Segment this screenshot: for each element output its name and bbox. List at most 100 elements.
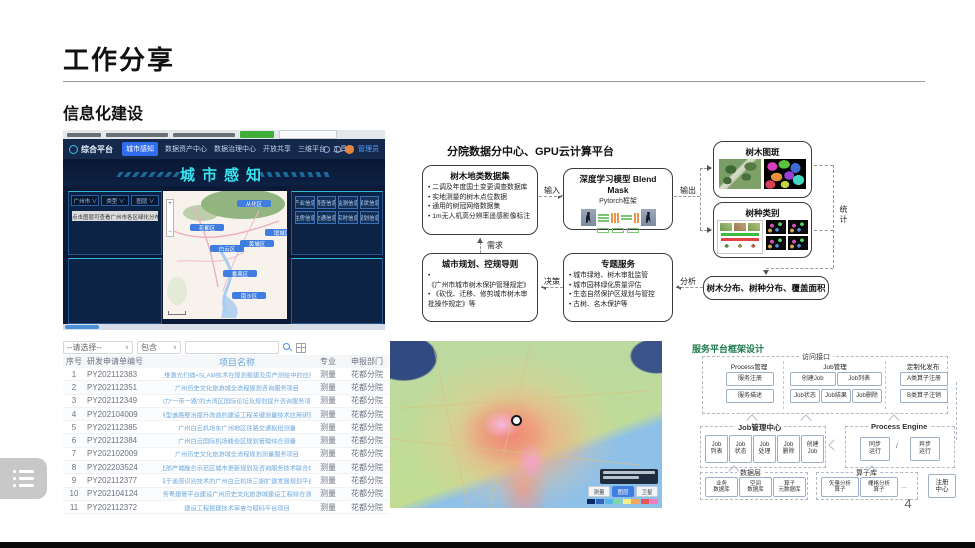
- quick-button-label: 实时信息: [338, 213, 358, 221]
- heatmap-tool-button[interactable]: 测量: [588, 486, 610, 497]
- planning-box: 城市规划、控规导则 《广州市城市树木保护管理规定》《砍伐、迁移、修剪城市树木审批…: [422, 253, 538, 322]
- district-label: 番禺区: [223, 270, 257, 277]
- operator-box[interactable]: 矢量分析 算子: [821, 477, 859, 497]
- filter-select[interactable]: --请选择--∨: [63, 341, 133, 354]
- table-cell: 6: [63, 436, 85, 445]
- access-api-box[interactable]: 服务描述: [726, 389, 774, 403]
- dataset-box-title: 树木地类数据集: [428, 170, 532, 182]
- legend-swatch: [614, 499, 622, 504]
- heatmap-tool-button[interactable]: 图层: [612, 486, 634, 497]
- data-layer-box[interactable]: 算子 元数据库: [773, 477, 806, 497]
- table-cell: 测量: [311, 448, 345, 459]
- quick-button[interactable]: 实时信息: [338, 211, 358, 224]
- bullet-item: 城市绿地、树木审批监管: [569, 271, 667, 281]
- model-framework-label: Pytorch框架: [569, 196, 667, 206]
- dashboard-filter-value: 图层 ∨: [136, 196, 154, 204]
- access-api-box[interactable]: B类算子注销: [900, 389, 948, 403]
- bell-icon[interactable]: [334, 146, 341, 153]
- search-icon[interactable]: [323, 146, 330, 153]
- search-icon[interactable]: [283, 343, 292, 352]
- nav-item[interactable]: 数据治理中心: [214, 144, 256, 154]
- list-icon: [13, 470, 34, 487]
- contains-select[interactable]: 包含∨: [137, 341, 181, 354]
- nav-item[interactable]: 三维平台: [298, 144, 326, 154]
- data-layer-box[interactable]: 业务 数据库: [705, 477, 738, 497]
- operator-box[interactable]: 栅格分析 算子: [860, 477, 898, 497]
- district-label: 增城区: [265, 229, 287, 236]
- heatmap-tool-label: 测量: [594, 487, 605, 495]
- table-cell: 测量: [311, 395, 345, 406]
- job-center-box[interactable]: Job 状态: [729, 435, 752, 463]
- legend-swatch: [623, 499, 631, 504]
- zoom-in-button[interactable]: +: [168, 201, 172, 207]
- browser-bar: [63, 130, 385, 139]
- bullet-item: 通用的树冠网络数据集: [428, 202, 532, 212]
- map-scale: [168, 311, 186, 315]
- bullet-item: 实地测量的树木点位数据: [428, 193, 532, 203]
- quick-button[interactable]: 监测信息: [338, 196, 358, 209]
- job-center-box[interactable]: 创建 Job: [801, 435, 824, 463]
- browser-chip: [67, 133, 101, 137]
- zoom-out-button[interactable]: −: [168, 229, 172, 235]
- nav-item[interactable]: 开放共享: [263, 144, 291, 154]
- engine-box[interactable]: 异步 运行: [910, 437, 940, 461]
- architecture-title: 服务平台框架设计: [692, 342, 764, 355]
- filter-panel: 广州市 ∨类型 ∨图层 ∨ 点击图层可查看广州市各区绿化分布详情: [68, 191, 162, 255]
- quick-button[interactable]: 规划信息: [360, 211, 380, 224]
- quick-button-label: 住房信息: [295, 213, 315, 221]
- process-engine: Process Engine 同步 运行异步 运行 /: [845, 426, 955, 468]
- engine-box[interactable]: 同步 运行: [860, 437, 890, 461]
- quick-button[interactable]: 住房信息: [295, 211, 315, 224]
- access-api-box[interactable]: 服务注册: [726, 372, 774, 386]
- job-center-box[interactable]: Job 处理: [753, 435, 776, 463]
- species-box: 树种类别 ♣♣♣: [713, 202, 812, 258]
- table-cell: 3: [63, 396, 85, 405]
- dashboard-filter-select[interactable]: 类型 ∨: [101, 195, 129, 206]
- access-api-box[interactable]: A类算子注册: [900, 372, 948, 386]
- dashboard-filter-select[interactable]: 广州市 ∨: [71, 195, 99, 206]
- table-header-cell: 序号: [63, 356, 85, 367]
- blendmask-diagram: [569, 209, 667, 226]
- table-header-cell: 申报部门: [345, 356, 389, 367]
- map-marker[interactable]: [511, 415, 522, 426]
- nav-item[interactable]: 数据资产中心: [165, 144, 207, 154]
- nav-item[interactable]: 城市感知: [122, 142, 158, 156]
- data-layer-box[interactable]: 空间 数据库: [739, 477, 772, 497]
- job-center-box[interactable]: Job 删除: [777, 435, 800, 463]
- brand-label: 综合平台: [81, 144, 113, 155]
- road-line: [430, 341, 470, 508]
- project-name-link[interactable]: 建设工程报建技术审查与赋码平台项目: [163, 500, 311, 515]
- dashboard-filter-select[interactable]: 图层 ∨: [131, 195, 159, 206]
- quick-button[interactable]: 产业信息: [295, 196, 315, 209]
- avatar[interactable]: [345, 145, 354, 154]
- search-input[interactable]: [185, 341, 279, 354]
- output-label: 输出: [679, 185, 697, 196]
- district-label: 从化区: [237, 200, 271, 207]
- project-name-text: 移动三维激光扫描+SLAM技术在规划报建及房产测绘中的应用研究: [163, 370, 311, 379]
- map-widget[interactable]: + − 花都区从化区增城区白云区黄埔区番禺区南沙区: [163, 191, 287, 319]
- legend-swatch: [605, 499, 613, 504]
- table-cell: 4: [63, 410, 85, 419]
- refresh-icon[interactable]: [296, 343, 306, 353]
- connector: [766, 268, 833, 269]
- project-name-text: 助力“一带一路”的大湾区国际论坛及规划提升咨询服务项目: [163, 396, 311, 405]
- quick-button[interactable]: 调查信息: [317, 196, 337, 209]
- job-center-box[interactable]: Job 列表: [705, 435, 728, 463]
- quick-button[interactable]: 交通信息: [317, 211, 337, 224]
- quick-button[interactable]: 现状信息: [360, 196, 380, 209]
- access-api-box[interactable]: Job删除: [852, 389, 882, 403]
- heatmap-legend: [587, 499, 658, 504]
- access-api-box[interactable]: Job结果: [821, 389, 851, 403]
- slide-navigator-button[interactable]: [0, 458, 47, 499]
- heatmap-tool-button[interactable]: 卫星: [636, 486, 658, 497]
- arrowhead: [763, 270, 769, 278]
- project-name-text: 建设工程报建技术审查与赋码平台项目: [184, 502, 289, 511]
- map-zoom-control[interactable]: + −: [166, 199, 174, 237]
- dashboard-scrollbar[interactable]: [63, 324, 385, 330]
- access-api-box[interactable]: Job状态: [790, 389, 820, 403]
- access-api-box[interactable]: Job列表: [837, 372, 883, 386]
- model-box: 深度学习模型 Blend Mask Pytorch框架: [563, 168, 673, 230]
- filter-select-value: --请选择--: [67, 342, 102, 353]
- access-api-box[interactable]: 创建Job: [790, 372, 836, 386]
- table-row[interactable]: 11PY202112372建设工程报建技术审查与赋码平台项目测量花都分院: [63, 501, 389, 514]
